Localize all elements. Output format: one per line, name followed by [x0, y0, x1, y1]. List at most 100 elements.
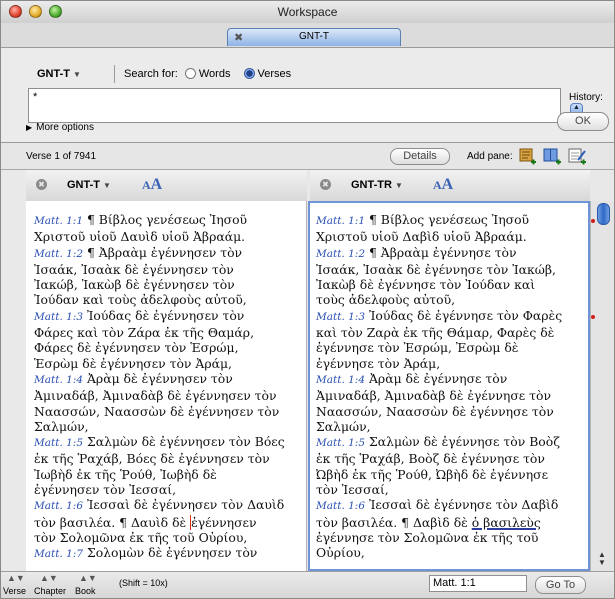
vertical-scrollbar[interactable]: ▲ ▼: [590, 201, 614, 571]
text-line: Matt. 1:3 Ἰούδας δὲ ἐγέννησε τὸν Φαρὲς: [316, 308, 584, 325]
verse-text-segment: καὶ τὸν Ζαρὰ ἐκ τῆς Θάμαρ, Φαρὲς δὲ: [316, 325, 555, 341]
verse-text-segment: Ἰακὼβ δὲ ἐγέννησε τὸν Ἰούδαν καὶ: [316, 277, 536, 293]
verse-stepper-icon[interactable]: ▲▼: [7, 573, 25, 583]
text-line: Matt. 1:6 Ἰεσσαὶ δὲ ἐγέννησεν τὸν Δαυὶδ: [34, 497, 302, 514]
verse-reference-link[interactable]: Matt. 1:7: [34, 548, 83, 560]
verse-reference-link[interactable]: Matt. 1:5: [34, 437, 83, 449]
goto-reference-input[interactable]: Matt. 1:1: [429, 575, 527, 592]
pane-library-selector[interactable]: GNT-TR ▼: [351, 179, 403, 191]
verse-reference-link[interactable]: Matt. 1:6: [34, 500, 83, 512]
verse-text-segment: ἐγέννησε τὸν Ἐσρώμ, Ἐσρὼμ δὲ: [316, 340, 519, 356]
more-options-label: More options: [36, 122, 94, 133]
scroll-arrows-icon[interactable]: ▲ ▼: [598, 551, 606, 567]
verse-text-segment: Ἰωβὴδ ἐκ τῆς Ῥούθ, Ἰωβὴδ δὲ: [34, 466, 217, 482]
text-line: Ναασσών, Ναασσὼν δὲ ἐγέννησε τὸν: [316, 404, 584, 419]
text-pane-right[interactable]: Matt. 1:1 ¶ Βίβλος γενέσεως Ἰησοῦ Χριστοῦ…: [308, 201, 590, 571]
text-line: Matt. 1:4 Ἀρὰμ δὲ ἐγέννησε τὸν: [316, 371, 584, 388]
verse-text-segment: τὸν Ἰεσσαί,: [316, 482, 389, 498]
pane-header-left: ✖ GNT-T ▼ AA: [26, 170, 307, 202]
font-size-icon[interactable]: AA: [142, 176, 162, 194]
words-radio[interactable]: [184, 68, 196, 79]
search-query-input[interactable]: *: [28, 88, 561, 123]
chapter-stepper-icon[interactable]: ▲▼: [40, 573, 58, 583]
verses-radio-label[interactable]: Verses: [258, 68, 292, 80]
shift-hint: (Shift = 10x): [119, 578, 168, 588]
verses-radio[interactable]: [243, 68, 255, 79]
text-line: Σαλμών,: [316, 419, 584, 434]
details-button[interactable]: Details: [390, 148, 450, 165]
verse-reference-link[interactable]: Matt. 1:1: [316, 215, 365, 227]
text-line: Matt. 1:2 ¶ Ἀβραὰμ ἐγέννησεν τὸν: [34, 245, 302, 262]
text-line: Χριστοῦ υἱοῦ Δαυὶδ υἱοῦ Ἀβραάμ.: [34, 229, 302, 244]
book-stepper-icon[interactable]: ▲▼: [79, 573, 97, 583]
history-label: History:: [569, 92, 603, 103]
text-line: Matt. 1:7 Σολομὼν δὲ ἐγέννησεν τὸν: [34, 545, 302, 562]
navigation-bar: ▲▼ ▲▼ ▲▼ Verse Chapter Book (Shift = 10x…: [1, 571, 614, 598]
font-size-icon[interactable]: AA: [433, 176, 453, 194]
text-line: Matt. 1:3 Ἰούδας δὲ ἐγέννησεν τὸν: [34, 308, 302, 325]
verse-text-segment: Σαλμών,: [316, 418, 371, 434]
text-line: Σαλμών,: [34, 419, 302, 434]
verse-reference-link[interactable]: Matt. 1:4: [34, 374, 83, 386]
text-line: Matt. 1:1 ¶ Βίβλος γενέσεως Ἰησοῦ: [34, 212, 302, 229]
verse-text-segment: ἐγέννησεν τὸν Ἰεσσαί,: [34, 482, 177, 498]
verse-text-segment: ἐκ τῆς Ῥαχάβ, Βόες δὲ ἐγέννησεν τὸν: [34, 451, 270, 467]
verse-text-segment: ¶ Βίβλος γενέσεως Ἰησοῦ: [365, 212, 530, 227]
verse-text-segment: Ἑσρὼμ δὲ ἐγέννησεν τὸν Ἀράμ,: [34, 355, 232, 371]
verse-text-segment: Χριστοῦ υἱοῦ Δαυὶδ υἱοῦ Ἀβραάμ.: [34, 229, 246, 245]
add-parallel-pane-icon[interactable]: [542, 146, 562, 166]
verse-text-segment: Ναασσών, Ναασσὼν δὲ ἐγέννησε τὸν: [316, 403, 554, 419]
search-mode: Search for: Words Verses: [124, 68, 291, 80]
verse-text-segment: ἐγέννησε τὸν Ἀράμ,: [316, 355, 441, 371]
scroll-thumb[interactable]: [597, 203, 610, 225]
text-line: Ἰσαάκ, Ἰσαὰκ δὲ ἐγέννησεν τὸν: [34, 262, 302, 277]
title-bar[interactable]: Workspace: [1, 1, 614, 24]
text-line: Matt. 1:5 Σαλμὼν δὲ ἐγέννησε τὸν Βοὸζ: [316, 434, 584, 451]
verse-text-segment: Φάρες δὲ ἐγέννησεν τὸν Ἑσρώμ,: [34, 340, 239, 356]
tab-label: GNT-T: [299, 31, 329, 42]
verse-text-segment: Χριστοῦ υἱοῦ Δαβὶδ υἱοῦ Ἀβραάμ.: [316, 229, 527, 245]
add-pane-label: Add pane:: [467, 151, 513, 162]
pane-close-icon[interactable]: ✖: [36, 179, 47, 190]
tab-gnt-t[interactable]: ✖ GNT-T: [227, 28, 401, 46]
verse-reference-link[interactable]: Matt. 1:5: [316, 437, 365, 449]
pane-library-selector[interactable]: GNT-T ▼: [67, 179, 111, 191]
verse-reference-link[interactable]: Matt. 1:1: [34, 215, 83, 227]
verse-reference-link[interactable]: Matt. 1:2: [34, 248, 83, 260]
go-to-button[interactable]: Go To: [535, 576, 586, 594]
words-radio-label[interactable]: Words: [199, 68, 231, 80]
verse-text-segment: Ἀμιναδάβ, Ἀμιναδὰβ δὲ ἐγέννησεν τὸν: [34, 388, 277, 404]
text-line: ἐγέννησε τὸν Ἀράμ,: [316, 356, 584, 371]
text-line: Φάρες καὶ τὸν Ζάρα ἐκ τῆς Θαμάρ,: [34, 325, 302, 340]
add-notes-pane-icon[interactable]: [567, 146, 587, 166]
verse-text[interactable]: Matt. 1:1 ¶ Βίβλος γενέσεως Ἰησοῦ Χριστοῦ…: [34, 212, 302, 563]
search-library-selector[interactable]: GNT-T ▼: [37, 68, 81, 80]
text-line: τοὺς ἀδελφοὺς αὐτοῦ,: [316, 292, 584, 307]
verse-reference-link[interactable]: Matt. 1:3: [316, 311, 365, 323]
more-options-toggle[interactable]: ▶ More options: [26, 122, 94, 133]
verse-text-segment: ¶ Ἀβραὰμ ἐγέννησεν τὸν: [83, 244, 243, 260]
pane-close-icon[interactable]: ✖: [320, 179, 331, 190]
text-line: Ἰακὼβ δὲ ἐγέννησε τὸν Ἰούδαν καὶ: [316, 277, 584, 292]
verse-text-segment: Ἰεσσαὶ δὲ ἐγέννησεν τὸν Δαυὶδ: [83, 497, 285, 513]
text-cursor-word[interactable]: ἐγέννησεν: [190, 514, 257, 530]
text-line: τὸν Σολομῶνα ἐκ τῆς τοῦ Οὐρίου,: [34, 530, 302, 545]
text-line: Matt. 1:2 ¶ Ἀβραὰμ ἐγέννησε τὸν: [316, 245, 584, 262]
verse-reference-link[interactable]: Matt. 1:4: [316, 374, 365, 386]
verse-reference-link[interactable]: Matt. 1:6: [316, 500, 365, 512]
text-pane-left[interactable]: Matt. 1:1 ¶ Βίβλος γενέσεως Ἰησοῦ Χριστοῦ…: [26, 201, 307, 571]
verse-reference-link[interactable]: Matt. 1:2: [316, 248, 365, 260]
disclosure-triangle-icon[interactable]: ▶: [26, 123, 32, 132]
verse-text-segment: τὸν βασιλέα. ¶ Δαυὶδ δὲ: [34, 514, 191, 530]
text-line: Χριστοῦ υἱοῦ Δαβὶδ υἱοῦ Ἀβραάμ.: [316, 229, 584, 244]
verse-reference-link[interactable]: Matt. 1:3: [34, 311, 83, 323]
verse-text[interactable]: Matt. 1:1 ¶ Βίβλος γενέσεως Ἰησοῦ Χριστοῦ…: [316, 212, 584, 561]
highlighted-phrase[interactable]: ὁ βασιλεὺς: [472, 515, 541, 530]
chapter-nav-label: Chapter: [34, 586, 67, 596]
verse-text-segment: Σαλμὼν δὲ ἐγέννησεν τὸν Βόες: [83, 434, 285, 450]
verse-text-segment: Σαλμών,: [34, 418, 89, 434]
text-line: τὸν Ἰεσσαί,: [316, 482, 584, 497]
verse-text-segment: τοὺς ἀδελφοὺς αὐτοῦ,: [316, 292, 456, 308]
add-text-pane-icon[interactable]: [517, 146, 537, 166]
ok-button[interactable]: OK: [557, 112, 609, 131]
